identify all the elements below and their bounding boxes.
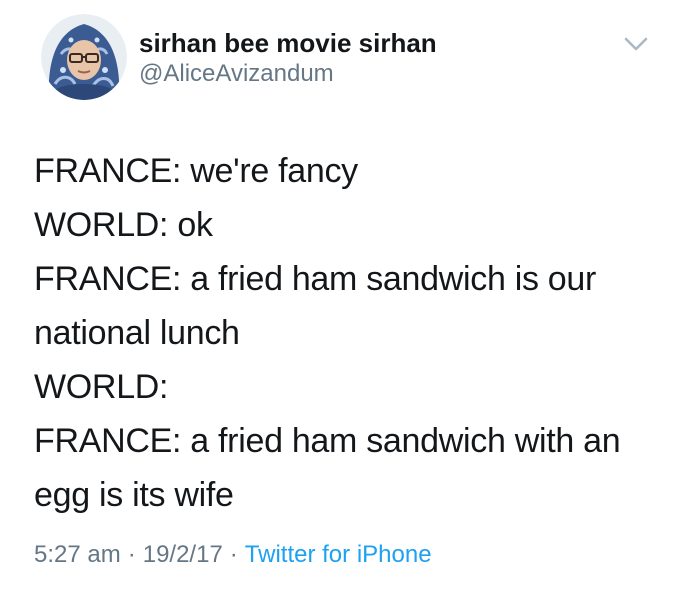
tweet-line: WORLD: [34, 368, 169, 406]
tweet-source-link[interactable]: Twitter for iPhone [245, 541, 432, 568]
author-handle[interactable]: @AliceAvizandum [139, 60, 334, 88]
author-display-name[interactable]: sirhan bee movie sirhan [139, 28, 437, 59]
tweet-line: egg is its wife [34, 476, 234, 514]
meta-separator: · [229, 541, 238, 568]
tweet-text: FRANCE: we're fancy WORLD: ok FRANCE: a … [34, 144, 654, 522]
meta-separator: · [127, 541, 136, 568]
tweet-date[interactable]: 19/2/17 [143, 541, 223, 568]
chevron-down-icon[interactable] [622, 34, 650, 54]
tweet-line: WORLD: ok [34, 206, 213, 244]
tweet-card: sirhan bee movie sirhan @AliceAvizandum … [0, 0, 680, 594]
avatar-image [41, 14, 127, 100]
tweet-line: FRANCE: a fried ham sandwich is our [34, 260, 597, 298]
tweet-time[interactable]: 5:27 am [34, 541, 121, 568]
tweet-line: national lunch [34, 314, 240, 352]
avatar[interactable] [41, 14, 127, 100]
tweet-line: FRANCE: a fried ham sandwich with an [34, 422, 621, 460]
tweet-line: FRANCE: we're fancy [34, 152, 358, 190]
tweet-meta: 5:27 am · 19/2/17 · Twitter for iPhone [34, 541, 432, 569]
